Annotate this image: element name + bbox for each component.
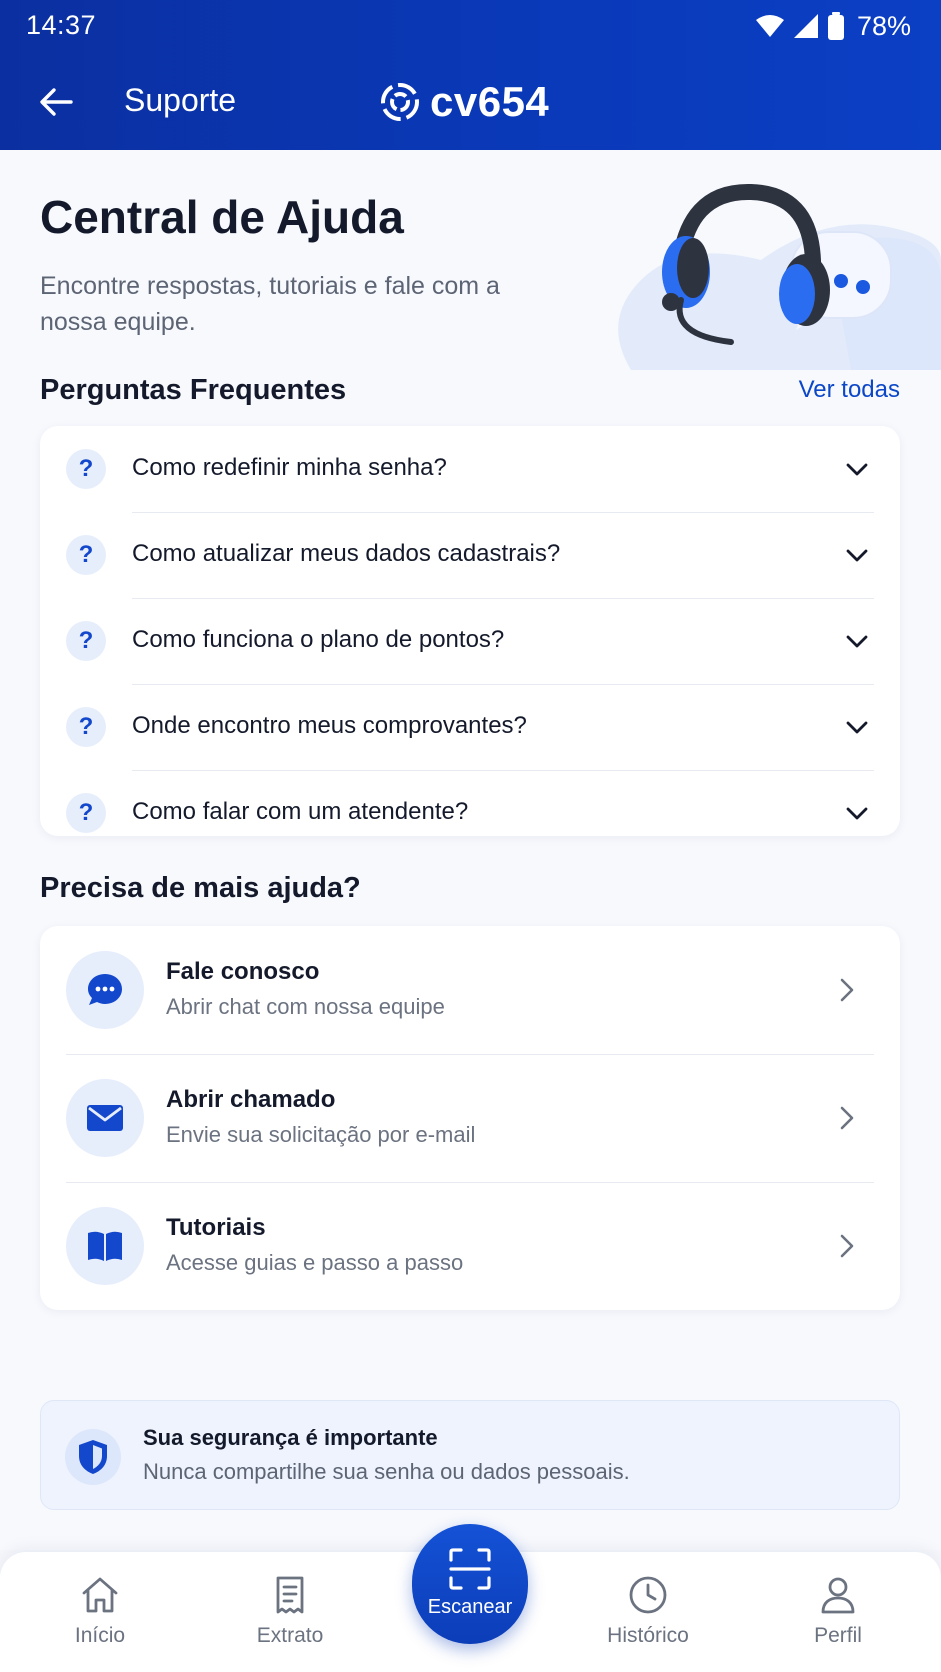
nav-history[interactable]: Histórico [588,1574,708,1664]
faq-section-title: Perguntas Frequentes [40,373,347,406]
page-title: Suporte [124,82,237,118]
headset-chat-illustration [618,183,941,370]
shield-icon [79,1440,107,1474]
question-icon: ? [66,621,106,661]
brand-logo: cv654 [378,76,549,128]
faq-item-label: Onde encontro meus comprovantes? [132,712,527,739]
nav-label: Extrato [256,1624,324,1647]
see-all-link[interactable]: Ver todas [799,376,900,404]
open-ticket-item[interactable]: Abrir chamado Envie sua solicitação por … [40,1054,900,1182]
help-item-subtitle: Acesse guias e passo a passo [166,1250,464,1275]
signal-icon [793,14,818,38]
question-icon: ? [66,793,106,833]
help-item-title: Tutoriais [166,1214,266,1241]
battery-percentage: 78% [856,10,911,41]
faq-item[interactable]: ? Como redefinir minha senha? [40,426,900,512]
status-icons: 78% [755,10,911,42]
faq-item[interactable]: ? Onde encontro meus comprovantes? [40,684,900,770]
status-bar: 14:37 78% [0,0,941,52]
chevron-right-icon [840,1234,854,1258]
faq-item-label: Como falar com um atendente? [132,798,469,825]
faq-item-label: Como atualizar meus dados cadastrais? [132,540,561,567]
nav-profile[interactable]: Perfil [778,1574,898,1664]
nav-statement[interactable]: Extrato [230,1574,350,1664]
faq-item[interactable]: ? Como atualizar meus dados cadastrais? [40,512,900,598]
clock-icon [629,1576,667,1614]
help-item-title: Fale conosco [166,958,320,985]
scan-icon [449,1548,491,1590]
question-icon: ? [66,449,106,489]
brand-logo-icon [381,83,419,121]
faq-item-label: Como redefinir minha senha? [132,454,447,481]
receipt-icon [276,1576,304,1614]
help-item-title: Abrir chamado [166,1086,336,1113]
nav-label: Perfil [814,1624,862,1647]
help-card: Fale conosco Abrir chat com nossa equipe… [40,926,900,1310]
help-section-title: Precisa de mais ajuda? [40,871,361,904]
chat-icon [88,974,122,1005]
nav-label: Início [74,1624,126,1647]
nav-label: Histórico [607,1624,689,1647]
chevron-down-icon [846,549,868,562]
nav-scan-label: Escanear [427,1596,513,1618]
chevron-right-icon [840,1106,854,1130]
chevron-right-icon [840,978,854,1002]
chevron-down-icon [846,807,868,820]
question-icon: ? [66,707,106,747]
top-app-bar: 14:37 78% Suporte cv654 [0,0,941,150]
main-content: Central de Ajuda Encontre respostas, tut… [0,150,941,1550]
battery-icon [827,12,844,40]
wifi-icon [755,15,784,37]
security-title: Sua segurança é importante [143,1425,438,1450]
help-item-subtitle: Envie sua solicitação por e-mail [166,1122,476,1147]
brand-name: cv654 [430,78,550,125]
security-icon-container [65,1429,121,1485]
hero-title: Central de Ajuda [40,191,404,243]
nav-scan-button[interactable]: Escanear [412,1524,528,1644]
back-button[interactable] [28,80,84,124]
chevron-down-icon [846,635,868,648]
user-icon [821,1577,855,1614]
nav-home[interactable]: Início [40,1574,160,1664]
faq-item-label: Como funciona o plano de pontos? [132,626,505,653]
help-icon-container [66,1207,144,1285]
security-notice: Sua segurança é importante Nunca compart… [40,1400,900,1510]
tutorials-item[interactable]: Tutoriais Acesse guias e passo a passo [40,1182,900,1310]
mail-icon [87,1105,123,1131]
chevron-down-icon [846,463,868,476]
chevron-down-icon [846,721,868,734]
help-icon-container [66,951,144,1029]
faq-item[interactable]: ? Como funciona o plano de pontos? [40,598,900,684]
contact-chat-item[interactable]: Fale conosco Abrir chat com nossa equipe [40,926,900,1054]
arrow-left-icon [40,88,73,116]
home-icon [82,1577,118,1613]
faq-header: Perguntas Frequentes Ver todas [40,370,900,410]
faq-item[interactable]: ? Como falar com um atendente? [40,770,900,836]
question-icon: ? [66,535,106,575]
book-icon [88,1231,122,1261]
help-header: Precisa de mais ajuda? [40,868,900,908]
faq-card: ? Como redefinir minha senha? ? Como atu… [40,426,900,836]
security-subtitle: Nunca compartilhe sua senha ou dados pes… [143,1459,630,1484]
help-icon-container [66,1079,144,1157]
hero-subtitle: Encontre respostas, tutoriais e fale com… [40,272,500,336]
help-item-subtitle: Abrir chat com nossa equipe [166,994,445,1019]
status-time: 14:37 [26,10,97,40]
app-bar: Suporte cv654 [0,62,941,142]
